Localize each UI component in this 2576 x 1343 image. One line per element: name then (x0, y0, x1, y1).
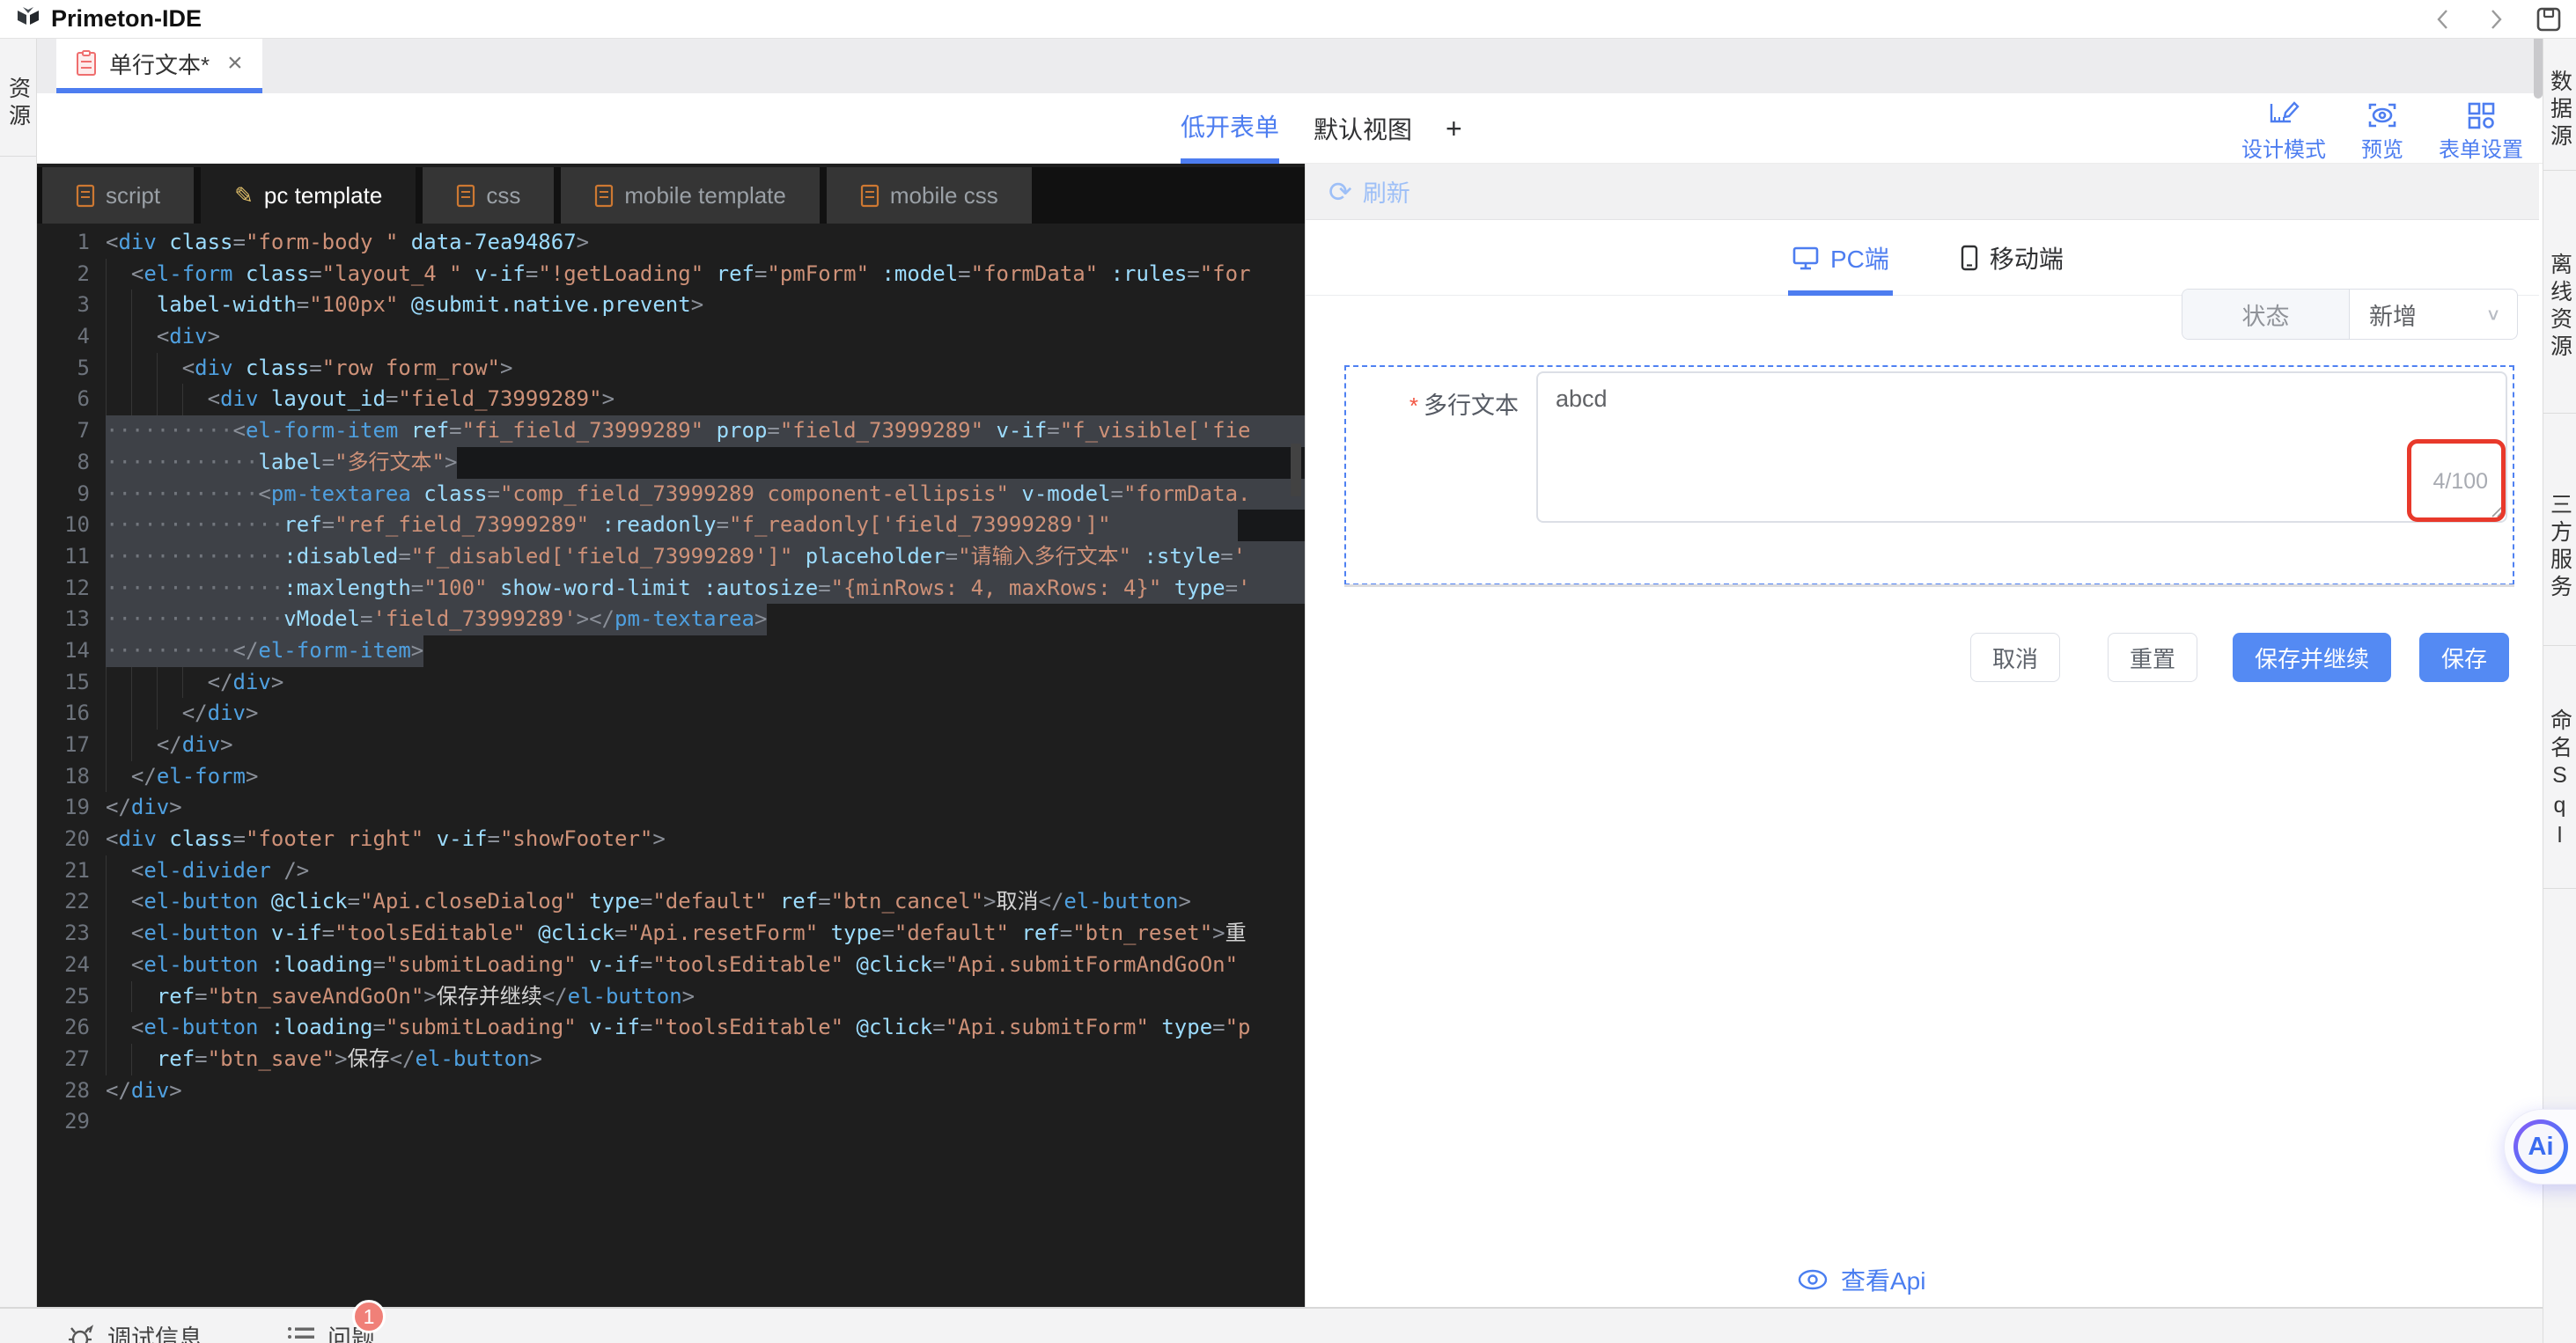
document-icon (860, 184, 880, 208)
status-bar: 调试信息 问题 1 (0, 1307, 2543, 1343)
save-icon[interactable] (2534, 4, 2564, 34)
preview-icon (2366, 100, 2398, 130)
ai-assistant-button[interactable]: Ai (2504, 1109, 2576, 1185)
sidebar-item-data-source[interactable]: 数据源 (2543, 39, 2576, 171)
editor-tab-mobile-css[interactable]: mobile css (827, 167, 1032, 224)
tab-pc[interactable]: PC端 (1792, 220, 1889, 296)
nav-back-icon[interactable] (2428, 4, 2458, 34)
sidebar-item-resources[interactable]: 资源 (0, 39, 36, 157)
preview-panel: ⟳ 刷新 PC端 移动端 状态 (1305, 164, 2539, 1307)
chevron-down-icon: ∨ (2485, 304, 2501, 324)
divider (1344, 584, 2514, 587)
reset-button[interactable]: 重置 (2108, 633, 2197, 682)
state-select[interactable]: 新增 ∨ (2350, 290, 2517, 339)
nav-forward-icon[interactable] (2481, 4, 2511, 34)
editor-tab-pc-template[interactable]: ✎ pc template (201, 167, 416, 224)
ai-icon: Ai (2513, 1119, 2568, 1174)
problems-count-badge[interactable]: 1 (352, 1300, 386, 1333)
refresh-bar: ⟳ 刷新 (1306, 164, 2539, 220)
tab-mobile[interactable]: 移动端 (1960, 220, 2064, 296)
editor-tab-script[interactable]: script (42, 167, 194, 224)
sidebar-item-named-sql[interactable]: 命名Sql (2543, 646, 2576, 889)
form-settings-button[interactable]: 表单设置 (2437, 97, 2525, 166)
problems-button[interactable]: 问题 1 (287, 1319, 375, 1343)
editor-tab-mobile-template[interactable]: mobile template (561, 167, 820, 224)
editor-tab-css[interactable]: css (423, 167, 554, 224)
app-title: Primeton-IDE (51, 5, 202, 33)
state-label: 状态 (2182, 290, 2350, 339)
app-header: Primeton-IDE (0, 0, 2576, 39)
textarea-wrapper: abcd 4/100 (1536, 371, 2507, 523)
cancel-button[interactable]: 取消 (1970, 633, 2060, 682)
char-counter: 4/100 (2432, 469, 2488, 495)
view-api-link[interactable]: 查看Api (1797, 1262, 1925, 1297)
list-icon (287, 1325, 315, 1343)
code-lines[interactable]: 1<div class="form-body " data-7ea94867>2… (37, 224, 1305, 1271)
file-tab-label: 单行文本* (109, 48, 210, 80)
document-icon (594, 184, 614, 208)
app-logo-icon (14, 5, 42, 33)
state-select-group: 状态 新增 ∨ (2182, 289, 2518, 340)
multiline-text-input[interactable]: abcd (1536, 371, 2507, 523)
code-editor: script ✎ pc template css mobile template… (37, 164, 1305, 1307)
refresh-icon[interactable]: ⟳ (1328, 178, 1352, 206)
form-file-icon (76, 50, 97, 77)
preview-button[interactable]: 预览 (2359, 97, 2405, 166)
monitor-icon (1792, 245, 1820, 271)
phone-icon (1960, 245, 1979, 271)
design-mode-icon (2268, 100, 2300, 130)
form-item-multiline-text[interactable]: *多行文本 abcd 4/100 (1344, 365, 2514, 585)
design-mode-button[interactable]: 设计模式 (2240, 97, 2328, 166)
sidebar-item-offline-resources[interactable]: 离线资源 (2543, 171, 2576, 414)
tab-lowcode-form[interactable]: 低开表单 (1181, 93, 1279, 164)
primeton-ide-window: Primeton-IDE 资源 (0, 0, 2576, 1343)
debug-info-button[interactable]: 调试信息 (67, 1319, 202, 1343)
save-button[interactable]: 保存 (2419, 633, 2509, 682)
editor-toolbar: 设计模式 预览 (2240, 97, 2525, 166)
document-icon (76, 184, 95, 208)
save-and-continue-button[interactable]: 保存并继续 (2233, 633, 2391, 682)
form-settings-icon (2465, 100, 2497, 130)
document-icon (456, 184, 475, 208)
editor-scrollbar[interactable] (1291, 444, 1301, 496)
editor-tab-bar: script ✎ pc template css mobile template… (37, 167, 1305, 224)
form-action-buttons: 取消 重置 保存并继续 保存 (1970, 633, 2509, 682)
tab-default-view[interactable]: 默认视图 (1314, 93, 1412, 164)
refresh-button[interactable]: 刷新 (1363, 174, 1410, 209)
state-value: 新增 (2369, 297, 2417, 332)
bug-icon (67, 1324, 95, 1343)
required-asterisk: * (1409, 393, 1418, 419)
sidebar-item-third-party-services[interactable]: 三方服务 (2543, 414, 2576, 646)
add-view-button[interactable]: + (1446, 93, 1462, 164)
view-tab-row: 低开表单 默认视图 + 设计模式 (37, 93, 2543, 164)
close-icon[interactable]: × (227, 50, 243, 77)
field-label: *多行文本 (1346, 386, 1522, 421)
left-sidebar: 资源 (0, 39, 37, 1343)
eye-icon (1797, 1268, 1829, 1291)
file-tab-single-line-text[interactable]: 单行文本* × (56, 39, 262, 93)
resize-handle-icon[interactable] (2489, 503, 2503, 517)
device-tab-row: PC端 移动端 状态 新增 ∨ (1306, 220, 2539, 296)
file-tab-bar: 单行文本* × (37, 39, 2543, 93)
pencil-icon: ✎ (234, 182, 254, 209)
